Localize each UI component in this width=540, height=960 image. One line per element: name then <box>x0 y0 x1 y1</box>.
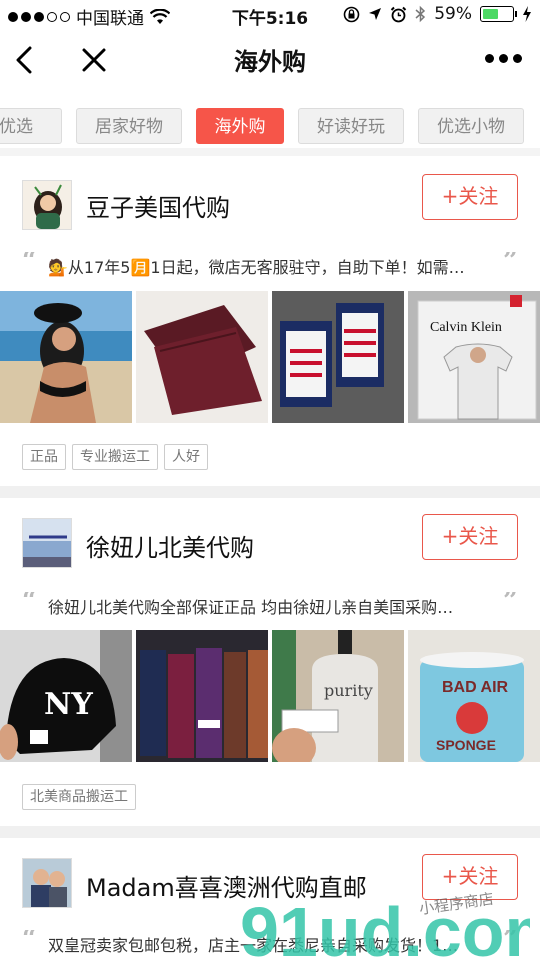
avatar[interactable] <box>22 858 72 908</box>
product-photo-beach[interactable] <box>0 291 132 423</box>
tab-jujia[interactable]: 居家好物 <box>76 108 182 144</box>
watermark-logo: 91ud.com 小程序商店 <box>240 890 530 960</box>
shop-intro-text: 💁从17年5🈷️1日起，微店无客服驻守，自助下单！如需… <box>48 258 465 277</box>
product-photo-bad-air-sponge[interactable]: BAD AIR SPONGE <box>408 630 540 762</box>
tag: 人好 <box>164 444 208 470</box>
battery-icon <box>480 6 517 22</box>
shop-name[interactable]: 徐妞儿北美代购 <box>86 528 254 563</box>
shop-intro: “ 徐妞儿北美代购全部保证正品 均由徐妞儿亲自美国采购… ” <box>22 592 518 622</box>
status-bar: 中国联通 下午5:16 59% <box>0 0 540 30</box>
follow-button[interactable]: +关注 <box>422 514 518 560</box>
divider <box>0 826 540 838</box>
quote-close-icon: ” <box>503 592 518 616</box>
product-photo-purity[interactable]: purity <box>272 630 404 762</box>
product-photo-cap[interactable]: NY <box>0 630 132 762</box>
shop-card[interactable]: 豆子美国代购 +关注 “ 💁从17年5🈷️1日起，微店无客服驻守，自助下单！如需… <box>0 156 540 486</box>
more-icon[interactable] <box>485 54 522 63</box>
ck-brand: Calvin Klein <box>430 320 502 335</box>
sponge-label: SPONGE <box>436 737 496 753</box>
tag: 正品 <box>22 444 66 470</box>
quote-close-icon: ” <box>503 252 518 276</box>
purity-label: purity <box>324 681 373 700</box>
shop-card[interactable]: 徐妞儿北美代购 +关注 “ 徐妞儿北美代购全部保证正品 均由徐妞儿亲自美国采购…… <box>0 498 540 828</box>
divider <box>0 148 540 156</box>
alarm-icon <box>390 6 407 22</box>
category-tabs: 优选 居家好物 海外购 好读好玩 优选小物 <box>0 104 540 148</box>
photo-row: Calvin Klein <box>0 291 540 423</box>
divider <box>0 486 540 498</box>
bad-air-label: BAD AIR <box>442 679 509 696</box>
tab-haiwaigou[interactable]: 海外购 <box>196 108 284 144</box>
tab-haodu[interactable]: 好读好玩 <box>298 108 404 144</box>
shop-intro-text: 徐妞儿北美代购全部保证正品 均由徐妞儿亲自美国采购… <box>48 598 454 617</box>
tab-youxuan-xiaowu[interactable]: 优选小物 <box>418 108 524 144</box>
product-photo-tshirt[interactable]: Calvin Klein <box>408 291 540 423</box>
tag: 专业搬运工 <box>72 444 158 470</box>
shop-name[interactable]: 豆子美国代购 <box>86 188 230 223</box>
tab-youxuan[interactable]: 优选 <box>0 108 62 144</box>
rotation-lock-icon <box>343 6 360 22</box>
shop-intro: “ 💁从17年5🈷️1日起，微店无客服驻守，自助下单！如需… ” <box>22 252 518 282</box>
quote-open-icon: “ <box>22 592 37 616</box>
avatar[interactable] <box>22 180 72 230</box>
quote-open-icon: “ <box>22 930 37 954</box>
product-photo-scarves[interactable] <box>136 630 268 762</box>
follow-button[interactable]: +关注 <box>422 174 518 220</box>
quote-open-icon: “ <box>22 252 37 276</box>
shop-tags: 正品 专业搬运工 人好 <box>22 444 208 470</box>
shop-tags: 北美商品搬运工 <box>22 784 136 810</box>
status-right: 59% <box>343 4 532 24</box>
location-icon <box>369 8 382 20</box>
tag: 北美商品搬运工 <box>22 784 136 810</box>
nav-bar: 海外购 <box>0 30 540 92</box>
photo-row: NY purity BAD AIR SPONGE <box>0 630 540 762</box>
page-title: 海外购 <box>234 48 306 76</box>
product-photo-socks[interactable] <box>272 291 404 423</box>
charging-icon <box>523 6 531 22</box>
battery-percent: 59% <box>434 4 472 24</box>
ny-logo: NY <box>44 687 93 722</box>
product-photo-wallet[interactable] <box>136 291 268 423</box>
avatar[interactable] <box>22 518 72 568</box>
bluetooth-icon <box>415 5 426 23</box>
